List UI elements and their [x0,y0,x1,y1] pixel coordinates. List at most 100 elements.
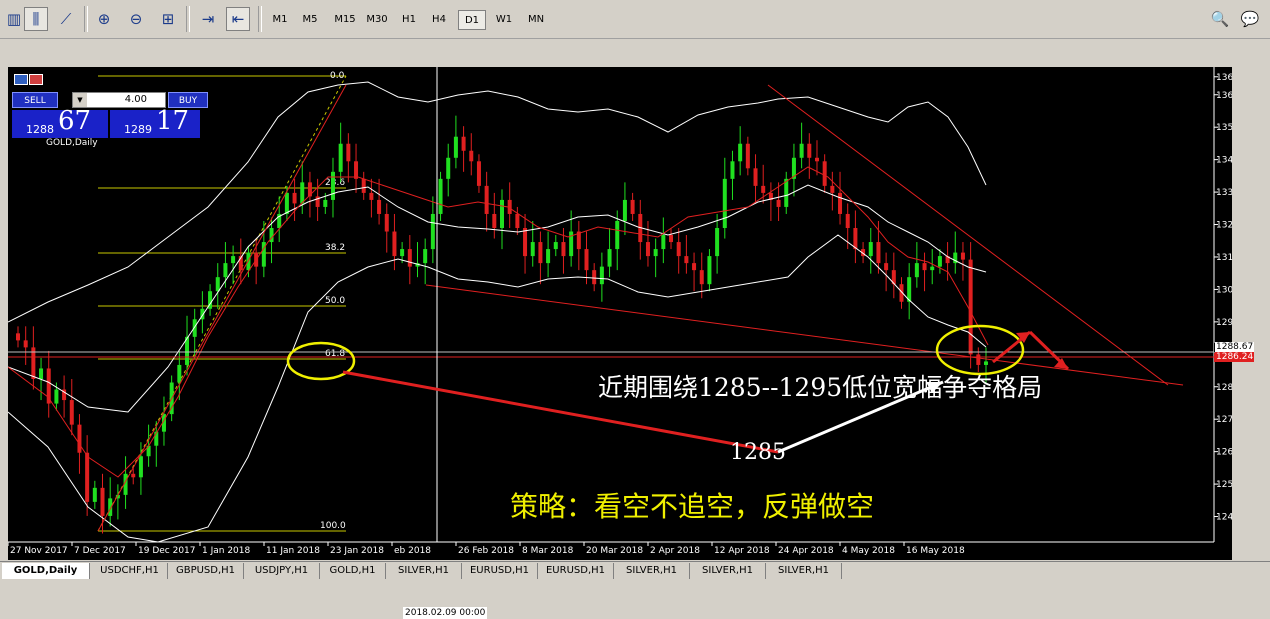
y-tick-label: 1369.07 [1216,73,1232,83]
x-tick-label: 27 Nov 2017 [10,546,68,556]
timeframe-h1[interactable]: H1 [396,10,422,30]
candle-body [784,178,789,207]
y-tick-label: 1326.99 [1216,221,1232,231]
toolbar: ▥ ⫼ ⟋ ⊕ ⊖ ⊞ ⇥ ⇤ M1 M5 M15 M30 H1 H4 D1 W1 MN 🔍 💬 [0,0,1270,39]
candle-body [699,270,704,285]
tab-gold-h1[interactable]: GOLD,H1 [320,563,386,579]
search-icon[interactable]: 🔍 [1208,7,1232,31]
x-tick-label: 23 Jan 2018 [330,546,384,556]
candle-body [446,157,451,179]
candle-body [361,178,366,193]
candlestick-chart-icon[interactable]: ⫼ [24,7,48,31]
candle-body [453,136,458,158]
window-icon [14,74,28,85]
candle-body [814,157,819,162]
main-annotation: 近期围绕1285--1295低位宽幅争夺格局 [598,373,1043,402]
autoscroll-icon[interactable]: ⇤ [226,7,250,31]
candle-body [192,319,197,337]
timeframe-mn[interactable]: MN [522,10,550,30]
y-tick-label: 1363.95 [1216,91,1232,101]
candle-body [377,199,382,214]
tab-eurusd-1[interactable]: EURUSD,H1 [462,563,538,579]
candle-body [830,185,835,193]
sell-price-prefix: 1288 [26,123,54,136]
sell-price-box[interactable]: 1288 67 [12,106,108,138]
x-tick-label: 8 Mar 2018 [522,546,574,556]
tab-gold-daily[interactable]: GOLD,Daily [2,563,90,579]
candle-body [553,242,558,250]
candle-body [369,192,374,200]
timeframe-m30[interactable]: M30 [362,10,392,30]
bar-chart-icon[interactable]: ▥ [2,7,26,31]
candle-body [423,249,428,264]
candle-body [300,182,305,204]
tab-usdchf[interactable]: USDCHF,H1 [92,563,168,579]
candle-body [738,143,743,162]
y-tick-label: 1345.47 [1216,156,1232,166]
y-tick-label: 1262.31 [1216,448,1232,458]
x-tick-label: 7 Dec 2017 [74,546,126,556]
timeframe-w1[interactable]: W1 [490,10,518,30]
candle-body [922,263,927,271]
zoom-out-icon[interactable]: ⊖ [124,7,148,31]
candle-body [676,242,681,257]
candle-body [476,161,481,186]
candle-body [515,213,520,229]
x-tick-label: 19 Dec 2017 [138,546,196,556]
tab-silver-2[interactable]: SILVER,H1 [614,563,690,579]
buy-price-prefix: 1289 [124,123,152,136]
candle-body [338,143,343,172]
y-tick-label: 1243.83 [1216,513,1232,523]
candle-body [23,340,28,348]
tab-eurusd-2[interactable]: EURUSD,H1 [538,563,614,579]
candle-body [968,259,973,355]
candle-body [530,242,535,257]
candle-body [538,242,543,264]
tab-silver-4[interactable]: SILVER,H1 [766,563,842,579]
y-tick-label: 1271.55 [1216,415,1232,425]
timeframe-m15[interactable]: M15 [330,10,360,30]
tile-windows-icon[interactable]: ⊞ [156,7,180,31]
candle-body [807,143,812,158]
candle-body [392,231,397,257]
candle-body [753,168,758,186]
timeframe-h4[interactable]: H4 [426,10,452,30]
candle-body [799,143,804,158]
candle-body [16,333,20,341]
x-tick-label: eb 2018 [394,546,431,556]
zoom-in-icon[interactable]: ⊕ [92,7,116,31]
candle-body [722,178,727,229]
candle-body [500,199,504,229]
candle-body [653,249,658,257]
candle-body [761,185,766,193]
fib-label-100: 100.0 [320,521,346,531]
timeframe-m1[interactable]: M1 [266,10,294,30]
candle-body [669,235,674,243]
y-tick-label: 1280.79 [1216,383,1232,393]
sell-button[interactable]: SELL [12,92,58,108]
candle-body [284,192,289,214]
line-chart-icon[interactable]: ⟋ [54,7,78,31]
candle-body [707,256,712,285]
x-tick-label: 26 Feb 2018 [458,546,514,556]
tab-gbpusd[interactable]: GBPUSD,H1 [168,563,244,579]
tab-usdjpy[interactable]: USDJPY,H1 [244,563,320,579]
chart-shift-icon[interactable]: ⇥ [196,7,220,31]
level-annotation: 1285 [730,440,786,465]
timeframe-m5[interactable]: M5 [296,10,324,30]
tab-silver-1[interactable]: SILVER,H1 [386,563,462,579]
chat-icon[interactable]: 💬 [1238,7,1262,31]
current-bid-label: 1288.67 [1215,342,1255,352]
lots-dropdown-icon[interactable]: ▼ [73,93,87,107]
tab-silver-3[interactable]: SILVER,H1 [690,563,766,579]
toolbar-separator [258,6,262,32]
buy-price-box[interactable]: 1289 17 [110,106,200,138]
y-tick-label: 1354.71 [1216,123,1232,133]
candle-body [461,136,466,151]
chart-tabs: GOLD,Daily USDCHF,H1 GBPUSD,H1 USDJPY,H1… [0,561,1270,581]
candle-body [960,252,965,260]
x-tick-label: 4 May 2018 [842,546,895,556]
timeframe-d1[interactable]: D1 [458,10,486,30]
candle-body [430,213,435,250]
candle-body [330,171,335,200]
